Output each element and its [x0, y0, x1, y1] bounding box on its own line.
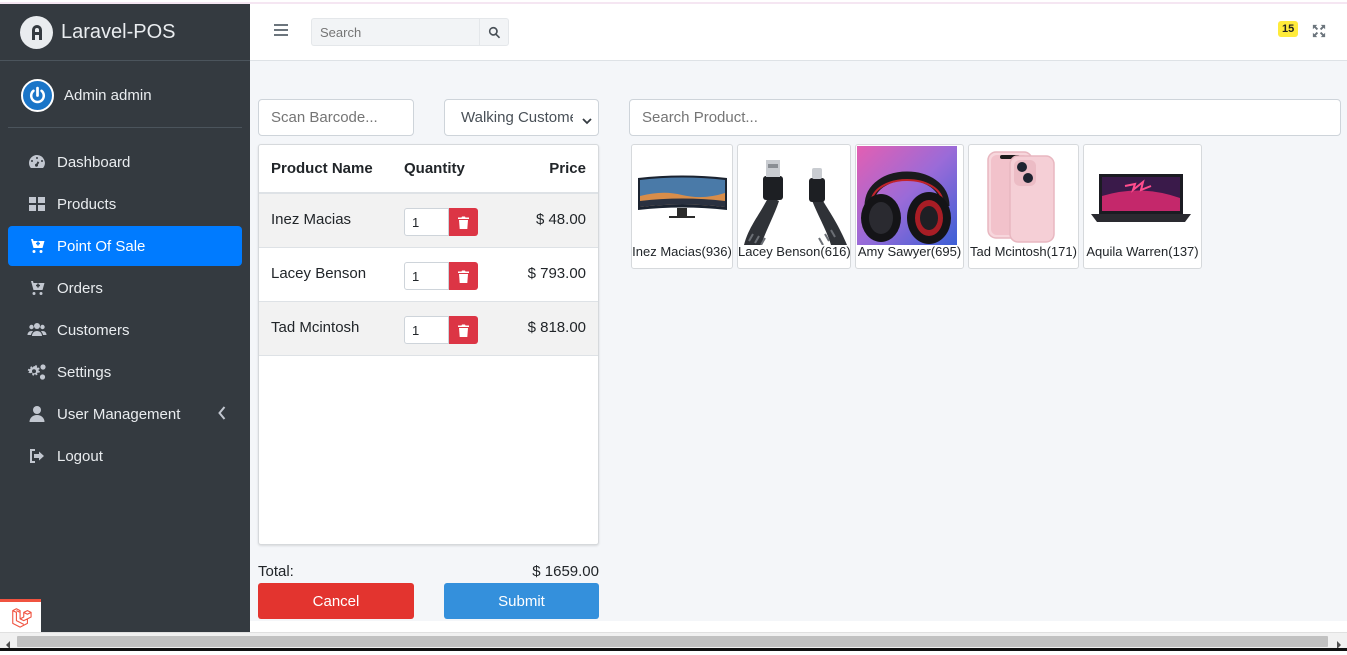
submit-button[interactable]: Submit [444, 583, 599, 619]
table-row: Inez Macias $ 48.00 [259, 194, 598, 248]
cart-item-name: Inez Macias [271, 211, 352, 228]
scrollbar-thumb[interactable] [17, 636, 1328, 647]
horizontal-scrollbar[interactable] [0, 632, 1347, 651]
sidebar-item-settings[interactable]: Settings [8, 352, 242, 392]
product-label: Amy Sawyer(695) [857, 244, 962, 259]
sidebar-item-user-management[interactable]: User Management [8, 394, 242, 434]
customer-select[interactable]: Walking Customer [444, 99, 599, 136]
cart-item-price: $ 793.00 [527, 265, 586, 282]
user-icon [26, 403, 48, 425]
logout-icon [26, 445, 48, 467]
sidebar-item-label: Orders [57, 279, 103, 297]
total-label: Total: [258, 563, 294, 580]
sidebar-item-label: Products [57, 195, 117, 213]
column-header-quantity: Quantity [404, 160, 465, 177]
content-footer [250, 621, 1347, 632]
cancel-button[interactable]: Cancel [258, 583, 414, 619]
avatar [21, 79, 54, 112]
fullscreen-icon[interactable] [1312, 24, 1326, 38]
delete-item-button[interactable] [449, 262, 478, 290]
sidebar-item-products[interactable]: Products [8, 184, 242, 224]
product-label: Tad Mcintosh(171) [970, 244, 1077, 259]
grid-icon [26, 193, 48, 215]
cart-item-price: $ 48.00 [535, 211, 586, 228]
notification-badge[interactable]: 15 [1278, 21, 1299, 37]
cart-icon [26, 277, 48, 299]
cart-item-price: $ 818.00 [527, 319, 586, 336]
brand-title: Laravel-POS [61, 20, 176, 43]
trash-icon [458, 270, 469, 283]
product-card[interactable]: Aquila Warren(137) [1083, 144, 1202, 269]
cart-plus-icon [26, 235, 48, 257]
product-image-phone [970, 146, 1070, 245]
product-label: Inez Macias(936) [632, 244, 732, 259]
trash-icon [458, 324, 469, 337]
gears-icon [26, 361, 48, 383]
product-search-input[interactable] [629, 99, 1341, 136]
chevron-down-icon [582, 113, 592, 125]
cart-table: Product Name Quantity Price Inez Macias … [258, 144, 599, 545]
total-value: $ 1659.00 [532, 563, 599, 580]
product-card[interactable]: Lacey Benson(616) [737, 144, 851, 269]
top-navbar: 15 [250, 4, 1347, 61]
sidebar-item-label: User Management [57, 405, 181, 423]
menu-toggle-icon[interactable] [274, 24, 288, 38]
scroll-left-icon[interactable] [4, 637, 12, 649]
delete-item-button[interactable] [449, 316, 478, 344]
sidebar-item-label: Logout [57, 447, 103, 465]
delete-item-button[interactable] [449, 208, 478, 236]
cart-item-name: Tad Mcintosh [271, 319, 360, 336]
sidebar-item-label: Dashboard [57, 153, 131, 171]
table-header: Product Name Quantity Price [259, 145, 598, 194]
product-card[interactable]: Amy Sawyer(695) [855, 144, 964, 269]
laravel-logo-icon[interactable] [0, 599, 41, 632]
sidebar-item-point-of-sale[interactable]: Point Of Sale [8, 226, 242, 266]
sidebar-item-label: Customers [57, 321, 130, 339]
product-image-laptop [1085, 146, 1200, 245]
brand-logo-icon [20, 15, 53, 49]
column-header-product-name: Product Name [271, 160, 373, 177]
user-panel[interactable]: Admin admin [8, 64, 242, 128]
dashboard-icon [26, 151, 48, 173]
quantity-input[interactable] [404, 208, 449, 236]
column-header-price: Price [549, 160, 586, 177]
quantity-input[interactable] [404, 316, 449, 344]
cart-item-name: Lacey Benson [271, 265, 367, 282]
product-label: Aquila Warren(137) [1086, 244, 1199, 259]
product-card[interactable]: Tad Mcintosh(171) [968, 144, 1079, 269]
navbar-search [311, 18, 509, 46]
search-input[interactable] [311, 18, 479, 46]
quantity-input[interactable] [404, 262, 449, 290]
search-icon [488, 26, 500, 38]
chevron-left-icon [218, 406, 226, 420]
search-button[interactable] [479, 18, 509, 46]
product-label: Lacey Benson(616) [738, 244, 851, 259]
product-card[interactable]: Inez Macias(936) [631, 144, 733, 269]
customer-select-value: Walking Customer [461, 109, 573, 126]
table-row: Lacey Benson $ 793.00 [259, 248, 598, 302]
scroll-right-icon[interactable] [1335, 637, 1343, 649]
sidebar-item-orders[interactable]: Orders [8, 268, 242, 308]
table-row: Tad Mcintosh $ 818.00 [259, 302, 598, 356]
sidebar-item-logout[interactable]: Logout [8, 436, 242, 476]
sidebar-item-label: Settings [57, 363, 112, 381]
sidebar-item-dashboard[interactable]: Dashboard [8, 142, 242, 182]
brand-link[interactable]: Laravel-POS [0, 4, 250, 61]
sidebar-nav: Dashboard Products Point Of Sale Orders … [8, 142, 242, 478]
barcode-input[interactable] [258, 99, 414, 136]
users-icon [26, 319, 48, 341]
sidebar-item-label: Point Of Sale [57, 237, 146, 255]
user-name: Admin admin [64, 87, 152, 104]
product-image-headphones [857, 146, 957, 245]
sidebar-item-customers[interactable]: Customers [8, 310, 242, 350]
trash-icon [458, 216, 469, 229]
product-image-monitor [633, 146, 731, 245]
product-image-usb-cable [739, 146, 849, 245]
sidebar: Laravel-POS Admin admin Dashboard Produc… [0, 4, 250, 632]
